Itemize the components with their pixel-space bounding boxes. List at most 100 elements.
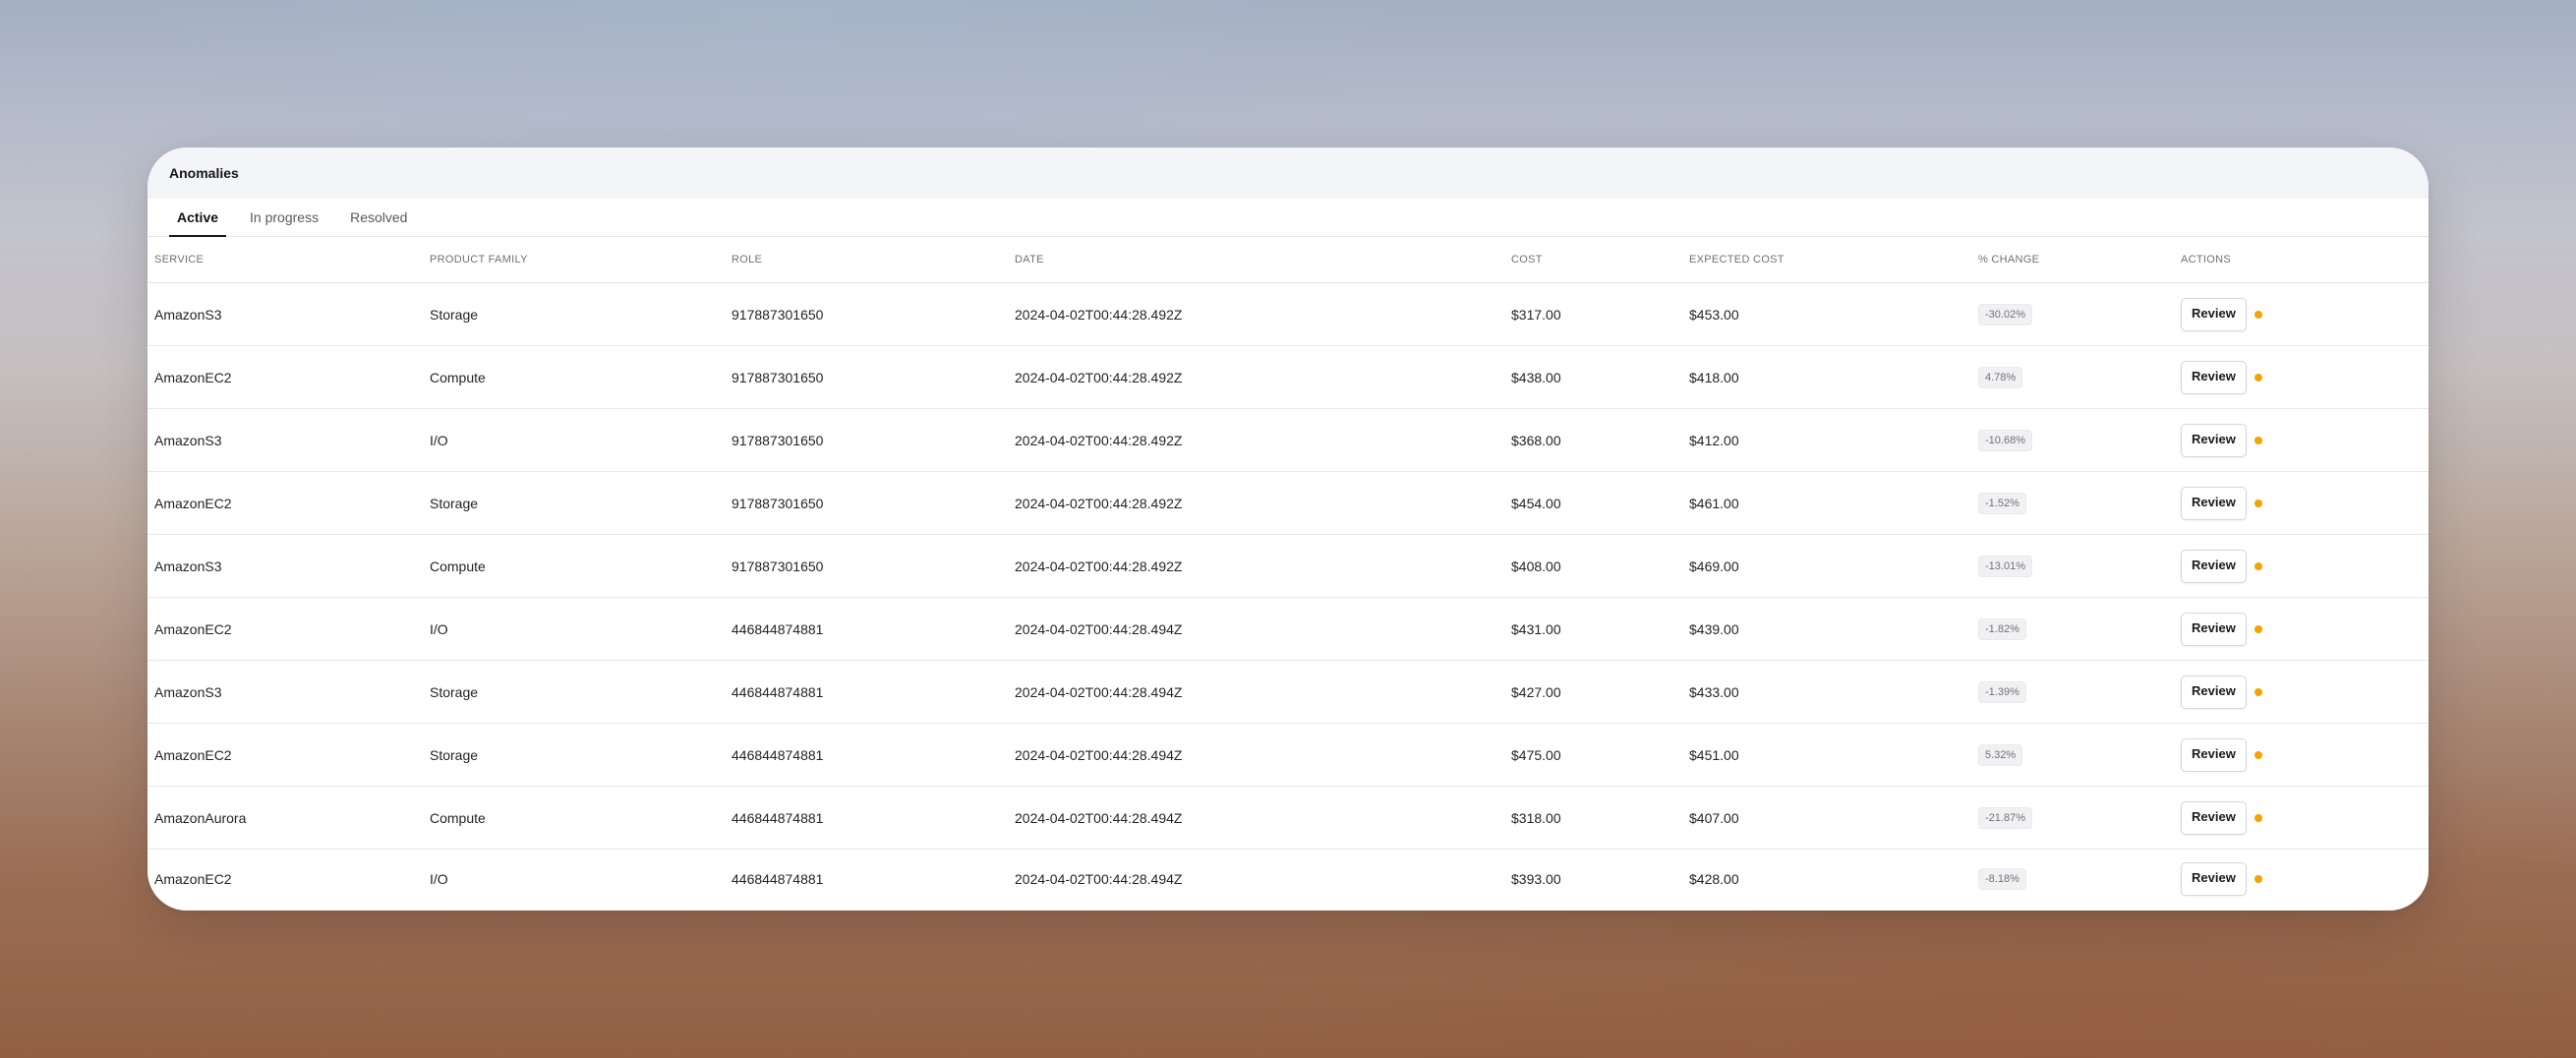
review-button[interactable]: Review (2181, 423, 2247, 457)
review-button[interactable]: Review (2181, 549, 2247, 583)
anomalies-card: Anomalies Active In progress Resolved SE… (147, 147, 2429, 911)
table-row[interactable]: AmazonS3 Storage 917887301650 2024-04-02… (147, 282, 2429, 346)
cell-service: AmazonAurora (147, 786, 423, 850)
cell-product-family: I/O (423, 408, 725, 472)
tab-in-progress[interactable]: In progress (242, 199, 326, 236)
table-row[interactable]: AmazonEC2 Compute 917887301650 2024-04-0… (147, 345, 2429, 409)
column-header-date[interactable]: DATE (1008, 237, 1504, 283)
cell-date: 2024-04-02T00:44:28.494Z (1008, 660, 1504, 724)
cell-role: 917887301650 (725, 534, 1008, 598)
cell-percent-change: -1.52% (1971, 471, 2174, 535)
cell-date: 2024-04-02T00:44:28.494Z (1015, 871, 1183, 887)
cell-percent-change: -1.82% (1971, 597, 2174, 661)
column-header-expected-cost[interactable]: EXPECTED COST (1682, 237, 1971, 283)
cell-percent-change: -1.39% (1971, 660, 2174, 724)
cell-expected-cost: $451.00 (1682, 723, 1971, 787)
cell-cost: $317.00 (1504, 282, 1682, 346)
column-header-service[interactable]: SERVICE (147, 237, 423, 283)
tab-resolved[interactable]: Resolved (342, 199, 415, 236)
review-button[interactable]: Review (2181, 800, 2247, 835)
review-button[interactable]: Review (2181, 675, 2247, 709)
percent-change-badge: -13.01% (1978, 555, 2032, 577)
percent-change-badge: -30.02% (1978, 303, 2032, 325)
cell-date: 2024-04-02T00:44:28.492Z (1008, 408, 1504, 472)
status-dot (2254, 310, 2262, 319)
review-button[interactable]: Review (2181, 737, 2247, 772)
cell-service: AmazonS3 (147, 660, 423, 724)
cell-percent-change: 5.32% (1971, 723, 2174, 787)
cell-cost: $393.00 (1511, 871, 1561, 887)
percent-change-badge: -21.87% (1978, 806, 2032, 829)
cell-expected-cost: $453.00 (1682, 282, 1971, 346)
cell-service: AmazonEC2 (147, 345, 423, 409)
cell-service: AmazonS3 (147, 282, 423, 346)
table-row[interactable]: AmazonAurora Compute 446844874881 2024-0… (147, 786, 2429, 850)
percent-change-badge: -8.18% (1978, 868, 2026, 890)
tab-bar: Active In progress Resolved (147, 199, 2429, 237)
cell-date: 2024-04-02T00:44:28.492Z (1008, 534, 1504, 598)
cell-date: 2024-04-02T00:44:28.494Z (1008, 597, 1504, 661)
review-button[interactable]: Review (2181, 612, 2247, 646)
cell-cost: $408.00 (1504, 534, 1682, 598)
cell-actions: Review (2174, 534, 2429, 598)
review-button[interactable]: Review (2181, 486, 2247, 520)
cell-expected-cost: $418.00 (1682, 345, 1971, 409)
review-button[interactable]: Review (2181, 862, 2247, 896)
cell-actions: Review (2174, 660, 2429, 724)
review-button[interactable]: Review (2181, 360, 2247, 394)
cell-product-family: I/O (430, 871, 448, 887)
table-row[interactable]: AmazonEC2 I/O 446844874881 2024-04-02T00… (147, 850, 2429, 910)
column-header-actions: ACTIONS (2174, 237, 2429, 283)
cell-role: 917887301650 (725, 408, 1008, 472)
cell-role: 446844874881 (725, 660, 1008, 724)
table-row[interactable]: AmazonS3 Compute 917887301650 2024-04-02… (147, 534, 2429, 598)
review-button[interactable]: Review (2181, 297, 2247, 331)
table-row[interactable]: AmazonEC2 I/O 446844874881 2024-04-02T00… (147, 597, 2429, 661)
card-header: Anomalies (147, 147, 2429, 199)
cell-actions: Review (2174, 723, 2429, 787)
cell-actions: Review (2174, 282, 2429, 346)
cell-percent-change: -30.02% (1971, 282, 2174, 346)
cell-percent-change: -10.68% (1971, 408, 2174, 472)
status-dot (2254, 875, 2262, 883)
cell-date: 2024-04-02T00:44:28.492Z (1008, 282, 1504, 346)
cell-date: 2024-04-02T00:44:28.492Z (1008, 471, 1504, 535)
table-row[interactable]: AmazonEC2 Storage 917887301650 2024-04-0… (147, 471, 2429, 535)
table-row[interactable]: AmazonEC2 Storage 446844874881 2024-04-0… (147, 723, 2429, 787)
table-row[interactable]: AmazonS3 I/O 917887301650 2024-04-02T00:… (147, 408, 2429, 472)
anomalies-table: SERVICE PRODUCT FAMILY ROLE DATE COST EX… (147, 237, 2429, 909)
column-header-percent-change[interactable]: % CHANGE (1971, 237, 2174, 283)
status-dot (2254, 750, 2262, 759)
percent-change-badge: -1.52% (1978, 492, 2026, 514)
status-dot (2254, 373, 2262, 382)
cell-percent-change: -13.01% (1971, 534, 2174, 598)
cell-product-family: Storage (423, 723, 725, 787)
cell-service: AmazonEC2 (154, 871, 232, 887)
cell-actions: Review (2174, 408, 2429, 472)
column-header-role[interactable]: ROLE (725, 237, 1008, 283)
cell-product-family: Compute (423, 345, 725, 409)
cell-role: 917887301650 (725, 282, 1008, 346)
column-header-cost[interactable]: COST (1504, 237, 1682, 283)
cell-cost: $475.00 (1504, 723, 1682, 787)
cell-service: AmazonS3 (147, 534, 423, 598)
tab-active[interactable]: Active (169, 199, 227, 237)
cell-actions: Review (2174, 471, 2429, 535)
cell-actions: Review (2174, 597, 2429, 661)
percent-change-badge: -10.68% (1978, 429, 2032, 451)
cell-product-family: Storage (423, 471, 725, 535)
cell-service: AmazonEC2 (147, 471, 423, 535)
table-row[interactable]: AmazonS3 Storage 446844874881 2024-04-02… (147, 660, 2429, 724)
card-title: Anomalies (169, 165, 239, 181)
cell-role: 446844874881 (725, 723, 1008, 787)
cell-date: 2024-04-02T00:44:28.494Z (1008, 723, 1504, 787)
cell-product-family: I/O (423, 597, 725, 661)
status-dot (2254, 624, 2262, 633)
column-header-product-family[interactable]: PRODUCT FAMILY (423, 237, 725, 283)
percent-change-badge: -1.82% (1978, 617, 2026, 640)
percent-change-badge: 5.32% (1978, 743, 2023, 766)
cell-percent-change: -21.87% (1971, 786, 2174, 850)
cell-actions: Review (2174, 850, 2429, 910)
status-dot (2254, 499, 2262, 507)
cell-expected-cost: $412.00 (1682, 408, 1971, 472)
